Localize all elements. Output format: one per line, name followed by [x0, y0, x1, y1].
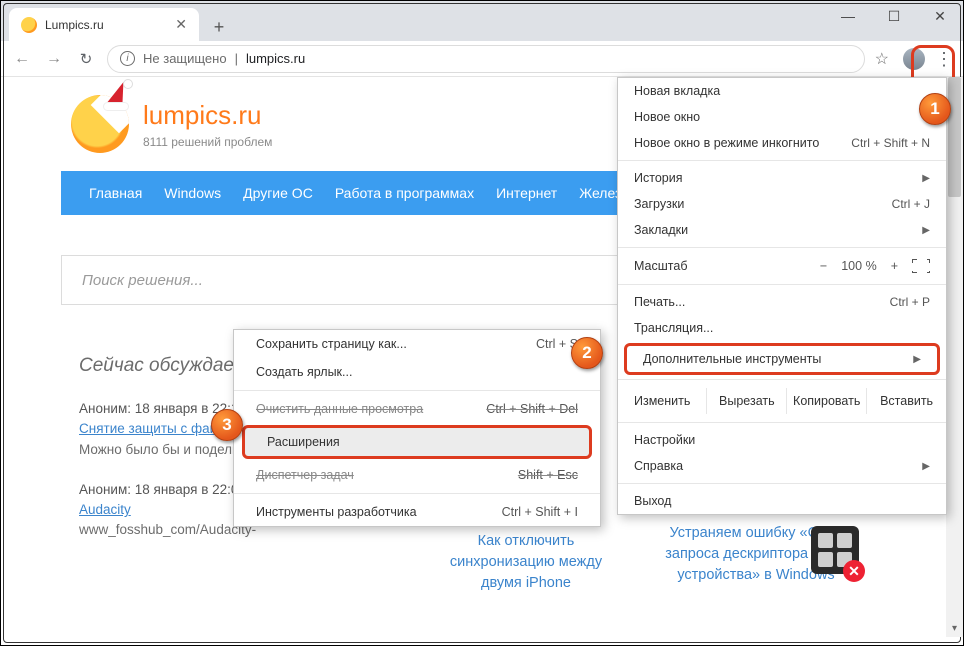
step-badge-1: 1: [919, 93, 951, 125]
submenu-clear-data[interactable]: Очистить данные просмотраCtrl + Shift + …: [234, 395, 600, 423]
reload-button[interactable]: ↻: [75, 50, 97, 68]
window-close[interactable]: ✕: [917, 1, 963, 31]
annotation-ring-3: Расширения: [242, 425, 592, 459]
card-title: Как отключить синхронизацию между двумя …: [431, 531, 621, 594]
url-text: lumpics.ru: [246, 51, 305, 66]
menu-help[interactable]: Справка▶: [618, 453, 946, 479]
edit-label: Изменить: [618, 388, 706, 414]
browser-tab[interactable]: Lumpics.ru ✕: [9, 8, 199, 41]
nav-programs[interactable]: Работа в программах: [335, 185, 474, 201]
menu-new-tab[interactable]: Новая вкладка: [618, 78, 946, 104]
bookmark-star-icon[interactable]: ☆: [875, 49, 889, 69]
profile-avatar-icon[interactable]: [903, 48, 925, 70]
site-title[interactable]: lumpics.ru: [143, 100, 272, 131]
cut-button[interactable]: Вырезать: [706, 388, 786, 414]
step-badge-3: 3: [211, 409, 243, 441]
security-label: Не защищено: [143, 51, 227, 66]
window-maximize[interactable]: ☐: [871, 1, 917, 31]
forward-button: →: [43, 50, 65, 68]
chrome-main-menu: Новая вкладка Новое окно Новое окно в ре…: [617, 77, 947, 515]
menu-print[interactable]: Печать...Ctrl + P: [618, 289, 946, 315]
menu-edit-row: Изменить Вырезать Копировать Вставить: [618, 384, 946, 418]
submenu-create-shortcut[interactable]: Создать ярлык...: [234, 358, 600, 386]
nav-internet[interactable]: Интернет: [496, 185, 557, 201]
scrollbar-thumb[interactable]: [948, 77, 961, 197]
tab-strip: Lumpics.ru ✕ +: [1, 1, 963, 41]
browser-toolbar: ← → ↻ i Не защищено | lumpics.ru ☆ ⋮: [1, 41, 963, 77]
scroll-down-icon[interactable]: ▾: [946, 620, 963, 637]
menu-cast[interactable]: Трансляция...: [618, 315, 946, 341]
menu-new-window[interactable]: Новое окно: [618, 104, 946, 130]
nav-other-os[interactable]: Другие ОС: [243, 185, 313, 201]
favicon-icon: [21, 17, 37, 33]
address-bar[interactable]: i Не защищено | lumpics.ru: [107, 45, 865, 73]
new-tab-button[interactable]: +: [205, 13, 233, 41]
scrollbar[interactable]: ▴ ▾: [946, 77, 963, 637]
submenu-task-manager[interactable]: Диспетчер задачShift + Esc: [234, 461, 600, 489]
step-badge-2: 2: [571, 337, 603, 369]
chrome-menu-button[interactable]: ⋮: [935, 56, 953, 62]
submenu-save-page[interactable]: Сохранить страницу как...Ctrl + S: [234, 330, 600, 358]
paste-button[interactable]: Вставить: [866, 388, 946, 414]
menu-more-tools[interactable]: Дополнительные инструменты▶: [627, 346, 937, 372]
fullscreen-icon[interactable]: [912, 259, 930, 273]
menu-bookmarks[interactable]: Закладки▶: [618, 217, 946, 243]
nav-windows[interactable]: Windows: [164, 185, 221, 201]
menu-history[interactable]: История▶: [618, 165, 946, 191]
window-minimize[interactable]: —: [825, 1, 871, 31]
annotation-ring-2: Дополнительные инструменты▶: [624, 343, 940, 375]
site-info-icon[interactable]: i: [120, 51, 135, 66]
site-subtitle: 8111 решений проблем: [143, 135, 272, 149]
menu-settings[interactable]: Настройки: [618, 427, 946, 453]
zoom-value: 100 %: [841, 259, 876, 273]
menu-downloads[interactable]: ЗагрузкиCtrl + J: [618, 191, 946, 217]
back-button[interactable]: ←: [11, 50, 33, 68]
tab-close-icon[interactable]: ✕: [175, 16, 187, 33]
menu-exit[interactable]: Выход: [618, 488, 946, 514]
zoom-out-button[interactable]: −: [820, 259, 827, 273]
error-badge-icon: ✕: [843, 560, 865, 582]
menu-incognito[interactable]: Новое окно в режиме инкогнитоCtrl + Shif…: [618, 130, 946, 156]
site-logo-icon[interactable]: [71, 95, 129, 153]
submenu-extensions[interactable]: Расширения: [245, 428, 589, 456]
submenu-dev-tools[interactable]: Инструменты разработчикаCtrl + Shift + I: [234, 498, 600, 526]
zoom-in-button[interactable]: +: [891, 259, 898, 273]
nav-home[interactable]: Главная: [89, 185, 142, 201]
menu-zoom: Масштаб − 100 % +: [618, 252, 946, 280]
separator: |: [235, 51, 238, 66]
tab-title: Lumpics.ru: [45, 18, 104, 32]
copy-button[interactable]: Копировать: [786, 388, 866, 414]
post-link[interactable]: Audacity: [79, 502, 131, 517]
more-tools-submenu: Сохранить страницу как...Ctrl + S Создат…: [233, 329, 601, 527]
